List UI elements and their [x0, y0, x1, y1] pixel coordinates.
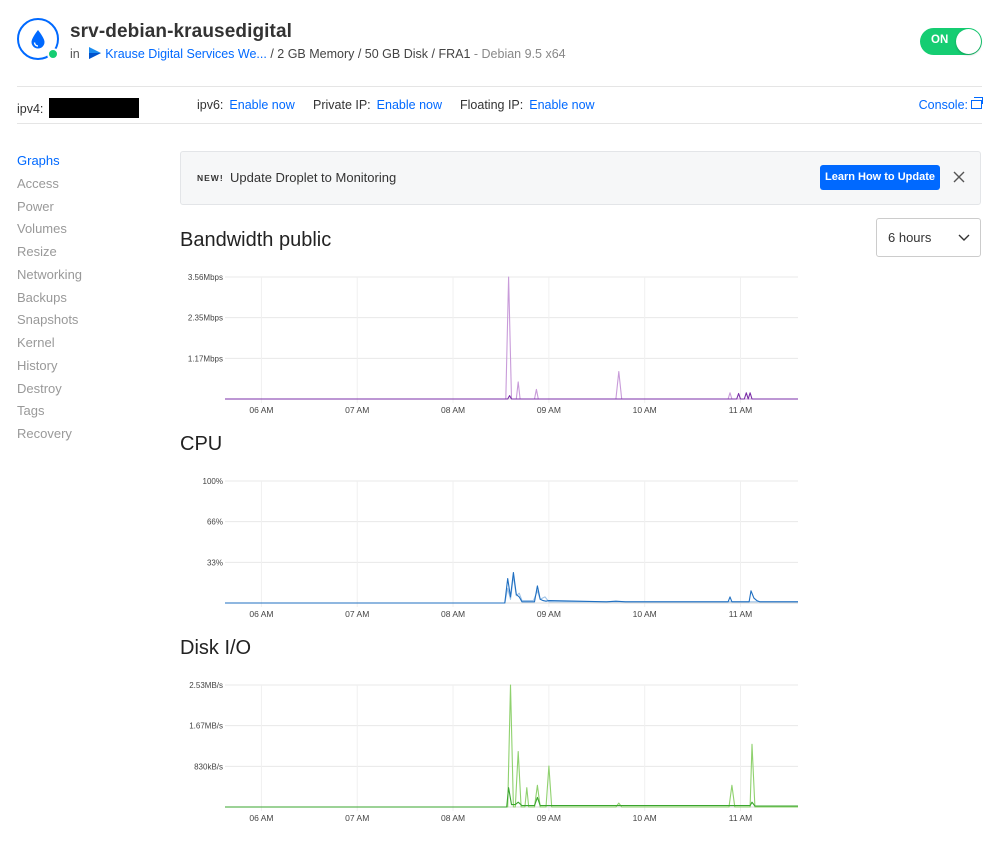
x-tick-label: 06 AM: [249, 609, 273, 619]
y-tick-label: 100%: [203, 477, 223, 486]
x-tick-label: 09 AM: [537, 405, 561, 415]
y-tick-label: 2.53MB/s: [189, 681, 223, 690]
ipv4-field: ipv4:: [17, 98, 140, 118]
close-icon[interactable]: [951, 169, 967, 185]
series-line: [225, 787, 798, 808]
monitoring-banner: NEW! Update Droplet to Monitoring Learn …: [180, 151, 981, 205]
x-tick-label: 06 AM: [249, 405, 273, 415]
droplet-header: srv-debian-krausedigital in Krause Digit…: [17, 16, 982, 76]
ipv6-label: ipv6:: [197, 98, 224, 112]
team-link[interactable]: Krause Digital Services We...: [105, 47, 267, 61]
x-tick-label: 08 AM: [441, 405, 465, 415]
series-line: [225, 276, 798, 400]
x-tick-label: 11 AM: [729, 405, 752, 415]
time-range-select[interactable]: 6 hours: [876, 218, 981, 257]
private-ip-label: Private IP:: [313, 98, 371, 112]
x-tick-label: 06 AM: [249, 813, 273, 823]
floating-ip-enable-link[interactable]: Enable now: [529, 98, 594, 112]
droplet-sidebar-nav: Graphs Access Power Volumes Resize Netwo…: [17, 150, 157, 446]
team-flag-icon: [89, 47, 102, 59]
series-line: [225, 571, 798, 604]
console-link[interactable]: Console:: [918, 97, 983, 112]
time-range-value: 6 hours: [888, 230, 932, 245]
bandwidth-chart-title: Bandwidth public: [180, 229, 332, 251]
x-tick-label: 10 AM: [633, 405, 657, 415]
x-tick-label: 08 AM: [441, 813, 465, 823]
floating-ip-label: Floating IP:: [460, 98, 524, 112]
sidebar-item-power[interactable]: Power: [17, 196, 157, 219]
sidebar-item-resize[interactable]: Resize: [17, 241, 157, 264]
private-ip-field: Private IP: Enable now: [313, 98, 442, 112]
new-badge: NEW!: [197, 173, 224, 183]
ipv4-redacted-value: [49, 98, 140, 118]
cpu-chart-title: CPU: [180, 433, 223, 455]
x-tick-label: 07 AM: [345, 609, 369, 619]
disk-io-chart-title: Disk I/O: [180, 637, 252, 659]
learn-how-to-update-button[interactable]: Learn How to Update: [820, 165, 940, 190]
sidebar-item-snapshots[interactable]: Snapshots: [17, 309, 157, 332]
sidebar-item-graphs[interactable]: Graphs: [17, 150, 157, 173]
y-tick-label: 1.17Mbps: [188, 354, 223, 363]
droplet-specs: / 2 GB Memory / 50 GB Disk / FRA1: [270, 47, 471, 61]
sidebar-item-destroy[interactable]: Destroy: [17, 378, 157, 401]
banner-message: Update Droplet to Monitoring: [230, 170, 397, 185]
x-tick-label: 10 AM: [633, 813, 657, 823]
sidebar-item-backups[interactable]: Backups: [17, 287, 157, 310]
x-tick-label: 09 AM: [537, 609, 561, 619]
y-tick-label: 2.35Mbps: [188, 314, 223, 323]
console-label: Console:: [918, 98, 968, 112]
droplet-subline: in Krause Digital Services We... / 2 GB …: [70, 47, 566, 61]
bandwidth-chart: 1.17Mbps 2.35Mbps 3.56Mbps 06 AM 07 AM 08 AM 0…: [188, 273, 798, 415]
ipv6-enable-link[interactable]: Enable now: [229, 98, 294, 112]
y-tick-label: 33%: [207, 558, 223, 567]
series-line: [225, 684, 798, 808]
droplet-name: srv-debian-krausedigital: [70, 21, 293, 42]
network-info-bar: ipv4: ipv6: Enable now Private IP: Enable …: [17, 86, 983, 124]
chevron-down-icon: [958, 234, 970, 241]
y-tick-label: 3.56Mbps: [188, 273, 223, 282]
power-toggle-label: ON: [931, 34, 949, 46]
x-tick-label: 07 AM: [345, 405, 369, 415]
sidebar-item-history[interactable]: History: [17, 355, 157, 378]
x-tick-label: 10 AM: [633, 609, 657, 619]
sidebar-item-tags[interactable]: Tags: [17, 400, 157, 423]
y-tick-label: 66%: [207, 518, 223, 527]
ipv4-label: ipv4:: [17, 102, 44, 116]
ipv6-field: ipv6: Enable now: [197, 98, 295, 112]
sidebar-item-kernel[interactable]: Kernel: [17, 332, 157, 355]
cpu-chart: 33% 66% 100% 06 AM 07 AM 08 AM 09 AM 10 AM 11 AM: [203, 477, 798, 619]
status-indicator: [47, 48, 59, 60]
sidebar-item-access[interactable]: Access: [17, 173, 157, 196]
external-window-icon: [971, 97, 983, 109]
droplet-os: - Debian 9.5 x64: [473, 47, 566, 61]
x-tick-label: 11 AM: [729, 609, 752, 619]
x-tick-label: 09 AM: [537, 813, 561, 823]
floating-ip-field: Floating IP: Enable now: [460, 98, 595, 112]
x-tick-label: 11 AM: [729, 813, 752, 823]
disk-io-chart: 830kB/s 1.67MB/s 2.53MB/s 06 AM 07 AM 08 AM 09…: [189, 681, 798, 823]
x-tick-label: 07 AM: [345, 813, 369, 823]
sidebar-item-networking[interactable]: Networking: [17, 264, 157, 287]
power-toggle[interactable]: ON: [920, 28, 982, 55]
sidebar-item-recovery[interactable]: Recovery: [17, 423, 157, 446]
power-toggle-knob: [956, 29, 981, 54]
y-tick-label: 830kB/s: [194, 762, 223, 771]
y-tick-label: 1.67MB/s: [189, 722, 223, 731]
private-ip-enable-link[interactable]: Enable now: [377, 98, 442, 112]
in-label: in: [70, 47, 80, 61]
sidebar-item-volumes[interactable]: Volumes: [17, 218, 157, 241]
x-tick-label: 08 AM: [441, 609, 465, 619]
